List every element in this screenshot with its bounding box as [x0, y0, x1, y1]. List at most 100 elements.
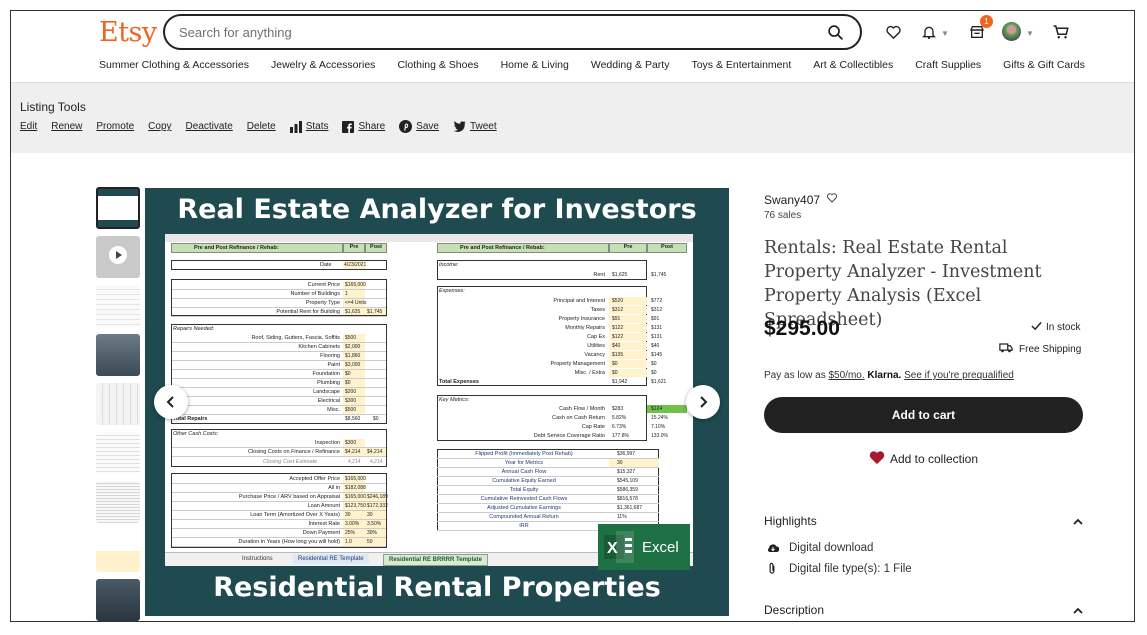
- pre-value: $1,625: [612, 272, 628, 278]
- facebook-icon: [342, 120, 355, 133]
- value: $586,359: [617, 487, 638, 493]
- row-label: Flipped Profit (Immediately Post Rehab): [475, 451, 573, 457]
- search-bar[interactable]: Search for anything: [163, 14, 862, 50]
- row-label: Property Insurance: [558, 316, 605, 322]
- copy-link[interactable]: Copy: [148, 121, 171, 132]
- search-icon[interactable]: [824, 21, 846, 43]
- description-heading: Description: [764, 603, 825, 617]
- listing-tools-bar: Listing Tools Edit Renew Promote Copy De…: [11, 82, 1134, 153]
- video-thumbnail[interactable]: [96, 236, 140, 278]
- row-label: Taxes: [590, 307, 605, 313]
- pre-value: 5.82%: [612, 415, 627, 421]
- promote-link[interactable]: Promote: [96, 121, 134, 132]
- cart-icon[interactable]: [1048, 19, 1074, 45]
- row-divider: [171, 316, 387, 317]
- pre-value: $40: [612, 343, 621, 349]
- row-label: Closing Cost Estimate: [263, 459, 318, 465]
- chevron-up-icon: [1073, 603, 1083, 617]
- klarna-amount-link[interactable]: $50/mo.: [828, 370, 864, 381]
- description-section-toggle[interactable]: Description: [764, 603, 1083, 617]
- pre-value: $122: [612, 334, 624, 340]
- tweet-link[interactable]: Tweet: [453, 121, 497, 132]
- row-label: Total Equity: [509, 487, 539, 493]
- nav-item[interactable]: Home & Living: [501, 59, 569, 71]
- nav-item[interactable]: Clothing & Shoes: [397, 59, 478, 71]
- row-label: Year for Metrics: [504, 460, 544, 466]
- row-label: Cap Ex: [586, 334, 605, 340]
- nav-item[interactable]: Jewelry & Accessories: [271, 59, 375, 71]
- value: 11%: [617, 514, 627, 520]
- post-value: $0: [651, 361, 657, 367]
- nav-item[interactable]: Craft Supplies: [915, 59, 981, 71]
- section-box: [171, 473, 387, 548]
- play-icon: [109, 245, 127, 269]
- nav-item[interactable]: Gifts & Gift Cards: [1003, 59, 1085, 71]
- next-image-button[interactable]: [686, 385, 720, 419]
- follow-heart-icon[interactable]: [826, 192, 838, 207]
- klarna-financing: Pay as low as $50/mo. Klarna. See if you…: [764, 370, 1014, 381]
- add-to-collection-label: Add to collection: [889, 452, 979, 466]
- klarna-brand: Klarna.: [867, 370, 902, 381]
- section-box: [171, 324, 387, 424]
- chevron-down-icon: ▼: [1026, 29, 1034, 38]
- thumbnail[interactable]: [96, 187, 140, 229]
- post-value: 7.10%: [651, 424, 666, 430]
- total-value: $0: [373, 416, 379, 422]
- avatar[interactable]: [1002, 22, 1021, 41]
- post-value: 4,214: [370, 459, 383, 465]
- pinterest-icon: [399, 120, 413, 133]
- row-label: Adjusted Cumulative Earnings: [487, 505, 561, 511]
- value: $1,361,687: [617, 505, 643, 511]
- thumbnail[interactable]: [96, 432, 140, 474]
- previous-image-button[interactable]: [154, 385, 188, 419]
- free-shipping-label: Free Shipping: [1019, 343, 1082, 355]
- prequalify-link[interactable]: See if you're prequalified: [904, 370, 1014, 381]
- save-link[interactable]: Save: [399, 120, 439, 133]
- row-label: Cumulative Equity Earned: [492, 478, 556, 484]
- thumbnail[interactable]: [96, 530, 140, 572]
- thumbnail[interactable]: [96, 285, 140, 327]
- value: $816,578: [617, 496, 638, 502]
- post-value: $312: [651, 307, 663, 313]
- thumbnail[interactable]: [96, 579, 140, 621]
- row-label: Principal and Interest: [553, 298, 605, 304]
- paperclip-icon: [767, 562, 783, 575]
- thumbnail[interactable]: [96, 383, 140, 425]
- seller-name: Swany407: [764, 192, 821, 207]
- notifications-bell-icon[interactable]: [916, 19, 942, 45]
- download-icon: [767, 542, 783, 554]
- category-nav: Summer Clothing & Accessories Jewelry & …: [99, 59, 1085, 71]
- nav-item[interactable]: Art & Collectibles: [813, 59, 893, 71]
- post-header: Post: [647, 243, 687, 253]
- nav-item[interactable]: Toys & Entertainment: [691, 59, 791, 71]
- deactivate-link[interactable]: Deactivate: [186, 121, 233, 132]
- edit-link[interactable]: Edit: [20, 121, 37, 132]
- delete-link[interactable]: Delete: [247, 121, 276, 132]
- search-input[interactable]: Search for anything: [179, 25, 824, 40]
- post-value: $91: [651, 316, 660, 322]
- image-top-title: Real Estate Analyzer for Investors: [177, 194, 697, 225]
- date-label: Date: [320, 262, 332, 268]
- renew-link[interactable]: Renew: [51, 121, 82, 132]
- sheet-tab-active: Residential RE BRRRR Template: [383, 554, 488, 566]
- row-label: Compounded Annual Return: [489, 514, 559, 520]
- total-value: $1,621: [651, 379, 667, 385]
- nav-item[interactable]: Wedding & Party: [591, 59, 670, 71]
- highlights-section-toggle[interactable]: Highlights: [764, 514, 1083, 528]
- thumbnail[interactable]: [96, 334, 140, 376]
- seller-link[interactable]: Swany407: [764, 192, 838, 207]
- highlight-text: Digital file type(s): 1 File: [789, 562, 912, 575]
- nav-item[interactable]: Summer Clothing & Accessories: [99, 59, 249, 71]
- row-label: Vacancy: [584, 352, 605, 358]
- thumbnail[interactable]: [96, 481, 140, 523]
- share-link[interactable]: Share: [342, 120, 385, 133]
- etsy-logo[interactable]: Etsy: [99, 17, 157, 48]
- add-to-cart-button[interactable]: Add to cart: [764, 397, 1083, 433]
- favorites-heart-icon[interactable]: [880, 19, 906, 45]
- pre-value: $312: [612, 307, 624, 313]
- add-to-collection-button[interactable]: Add to collection: [764, 450, 1083, 468]
- stats-link[interactable]: Stats: [289, 120, 328, 133]
- row-divider: [437, 494, 659, 495]
- post-value: $772: [651, 298, 663, 304]
- post-header: Post: [365, 243, 387, 253]
